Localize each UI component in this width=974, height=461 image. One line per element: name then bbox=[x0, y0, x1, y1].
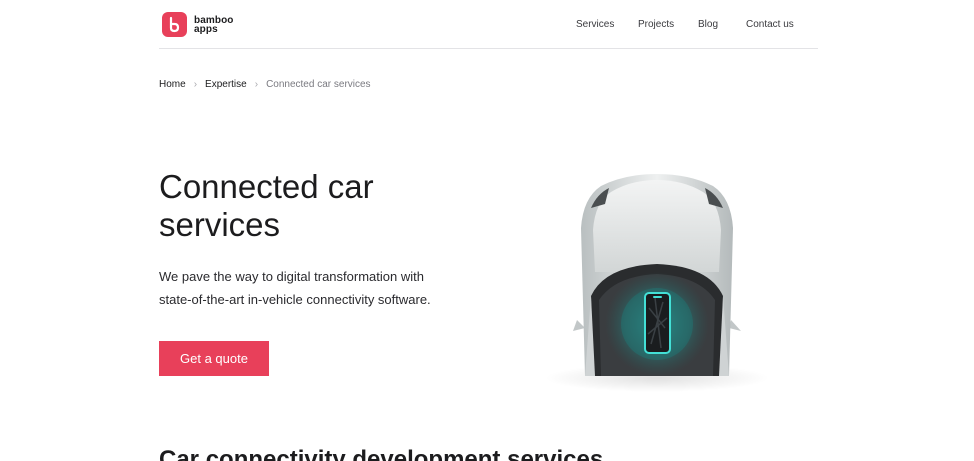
nav-item-projects[interactable]: Projects bbox=[638, 18, 674, 31]
bamboo-logo-icon bbox=[162, 12, 187, 37]
breadcrumb: Home › Expertise › Connected car service… bbox=[159, 78, 371, 91]
brand-wordmark-line2: apps bbox=[194, 23, 218, 35]
brand-logo[interactable]: bamboo apps bbox=[162, 12, 234, 37]
page-title: Connected car services bbox=[159, 168, 374, 243]
section-title: Car connectivity development services bbox=[159, 446, 604, 461]
breadcrumb-home[interactable]: Home bbox=[159, 78, 186, 91]
breadcrumb-current: Connected car services bbox=[266, 79, 371, 90]
nav-item-contact-us[interactable]: Contact us bbox=[746, 18, 794, 31]
header-divider bbox=[159, 48, 818, 49]
chevron-right-icon: › bbox=[193, 79, 198, 90]
brand-wordmark: bamboo apps bbox=[194, 15, 234, 35]
chevron-right-icon: › bbox=[254, 79, 259, 90]
hero-description: We pave the way to digital transformatio… bbox=[159, 269, 431, 307]
connected-car-illustration bbox=[545, 168, 770, 400]
get-a-quote-button[interactable]: Get a quote bbox=[159, 341, 269, 376]
site-header: bamboo apps Services Projects Blog Conta… bbox=[0, 0, 974, 49]
nav-item-services[interactable]: Services bbox=[576, 18, 614, 31]
breadcrumb-expertise[interactable]: Expertise bbox=[205, 78, 247, 91]
nav-item-blog[interactable]: Blog bbox=[698, 18, 718, 31]
